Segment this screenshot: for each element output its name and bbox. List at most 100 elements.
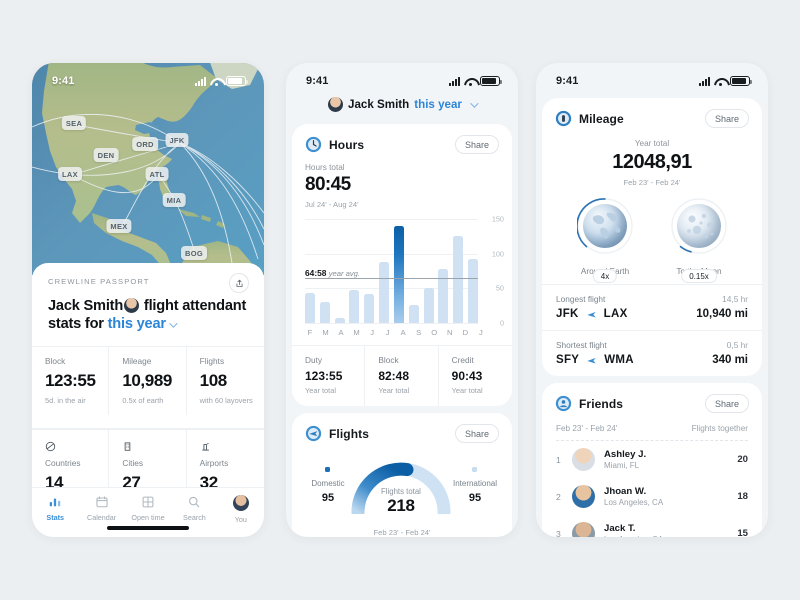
footer-value: 90:43 [451,369,483,383]
orb-badge: 0.15x [681,269,717,283]
stat-cell-mileage[interactable]: Mileage 10,989 0.5x of earth [109,347,187,415]
orb-around-earth[interactable]: 4x Around Earth [576,198,633,283]
account-header[interactable]: Jack Smith this year [286,93,518,124]
wifi-icon [464,77,476,86]
tab-open-time[interactable]: Open time [125,495,171,522]
stat-cell-flights[interactable]: Flights 108 with 60 layovers [187,347,264,415]
tab-stats[interactable]: Stats [32,495,78,522]
footer-cell-credit[interactable]: Credit 90:43 Year total [439,346,512,406]
friend-location: Los Angeles, CA [604,498,664,508]
friend-row[interactable]: 3 Jack T. Los Angeles, CA 15 [542,515,762,537]
chart-y-tick: 100 [491,249,504,259]
chart-bar[interactable] [423,219,434,323]
map-pin[interactable]: DEN [93,148,119,162]
person-icon [555,395,572,412]
footer-label: Duty [305,355,323,365]
earth-icon [583,204,627,248]
chart-bar[interactable] [408,219,419,323]
card-title: Flights [329,426,370,441]
friends-table-header: Feb 23' - Feb 24' Flights together [542,422,762,440]
map-pin[interactable]: ATL [145,167,169,181]
grid-icon [142,496,154,508]
share-icon[interactable] [229,273,249,293]
chevron-down-icon[interactable] [169,319,178,328]
shortest-flight-row[interactable]: Shortest flight 0,5 hr SFY WMA 340 mi [542,330,762,376]
share-button[interactable]: Share [454,135,499,154]
friend-location: Los Angeles, CA [604,535,728,537]
map-pin[interactable]: SEA [61,116,87,130]
stat-label: Countries [45,458,81,468]
period-selector[interactable]: this year [108,316,166,332]
footer-value: 123:55 [305,369,343,383]
tab-you[interactable]: You [218,495,264,524]
tab-search[interactable]: Search [171,495,217,522]
friends-card: Friends Share Feb 23' - Feb 24' Flights … [542,383,762,537]
stats-grid-row1: Block 123:55 5d. in the air Mileage 10,9… [32,346,264,415]
tab-label: Stats [46,513,64,522]
headline-name: Jack Smith [48,298,124,314]
flight-map[interactable]: SEA ORD JFK DEN LAX ATL MIA MEX BOG [32,63,264,275]
footer-cell-block[interactable]: Block 82:48 Year total [365,346,439,406]
flights-domestic: Domestic 95 [307,466,349,504]
legend-dot-international [472,466,478,472]
tab-label: Calendar [87,513,117,522]
friend-row[interactable]: 2 Jhoan W. Los Angeles, CA 18 [542,478,762,515]
map-pin[interactable]: JFK [165,133,189,147]
friend-flight-count: 15 [737,528,748,537]
chart-x-tick: S [416,328,422,337]
tab-calendar[interactable]: Calendar [78,495,124,522]
plane-icon [587,357,597,363]
avatar [328,97,344,112]
orb-to-the-moon[interactable]: 0.15x To the Moon [671,198,727,283]
chart-bar[interactable] [364,219,375,323]
status-bar: 9:41 [32,63,264,93]
stat-cell-block[interactable]: Block 123:55 5d. in the air [32,347,110,415]
share-button[interactable]: Share [454,424,499,443]
route-to: WMA [604,354,634,366]
map-pin[interactable]: ORD [132,137,158,151]
earth-continents [592,212,621,239]
friend-name: Ashley J. [604,448,647,460]
share-button[interactable]: Share [704,394,749,413]
flights-international: International 95 [453,466,497,504]
friend-row[interactable]: 1 Ashley J. Miami, FL 20 [542,441,762,478]
wifi-icon [714,77,726,86]
hours-range: Jul 24' - Aug 24' [305,200,359,209]
tower-icon [200,440,264,452]
cellular-signal-icon [699,76,710,86]
longest-flight-row[interactable]: Longest flight 14,5 hr JFK LAX 10,940 mi [542,284,762,330]
period-selector[interactable]: this year [414,98,462,111]
map-pin[interactable]: BOG [181,246,207,260]
mockup-stage: SEA ORD JFK DEN LAX ATL MIA MEX BOG 9:41… [0,0,800,600]
stat-sub: 5d. in the air [45,396,86,405]
legend-label: Domestic [311,478,345,488]
chart-bar[interactable] [379,219,390,323]
map-pin[interactable]: MEX [106,219,132,233]
route-to: LAX [603,308,628,320]
chart-bar[interactable] [438,219,449,323]
chart-y-tick: 150 [491,214,504,224]
avatar [572,448,595,471]
avatar [572,485,595,508]
stat-label: Cities [122,458,144,468]
stat-label: Airports [199,458,229,468]
row-label: Longest flight [556,294,606,304]
footer-cell-duty[interactable]: Duty 123:55 Year total [292,346,366,406]
map-pin[interactable]: LAX [58,167,82,181]
battery-icon [480,76,502,86]
mileage-icon [555,110,572,127]
chart-bar[interactable] [467,219,478,323]
share-button[interactable]: Share [704,109,749,128]
chart-x-tick: A [338,328,344,337]
chart-x-tick: J [478,328,483,337]
chart-bar[interactable] [393,219,404,323]
map-pin[interactable]: MIA [162,193,186,207]
gauge-caption: Flights total [381,487,421,496]
chevron-down-icon[interactable] [470,98,479,108]
hours-bar-chart[interactable]: 150 100 50 0 64:58 year avg. [305,215,504,328]
friend-flight-count: 20 [737,454,748,465]
mileage-total-block: Year total 12048,91 Feb 23' - Feb 24' [542,137,762,187]
mileage-range: Feb 23' - Feb 24' [623,178,681,187]
chart-bar[interactable] [453,219,464,323]
stat-value: 123:55 [45,371,96,390]
